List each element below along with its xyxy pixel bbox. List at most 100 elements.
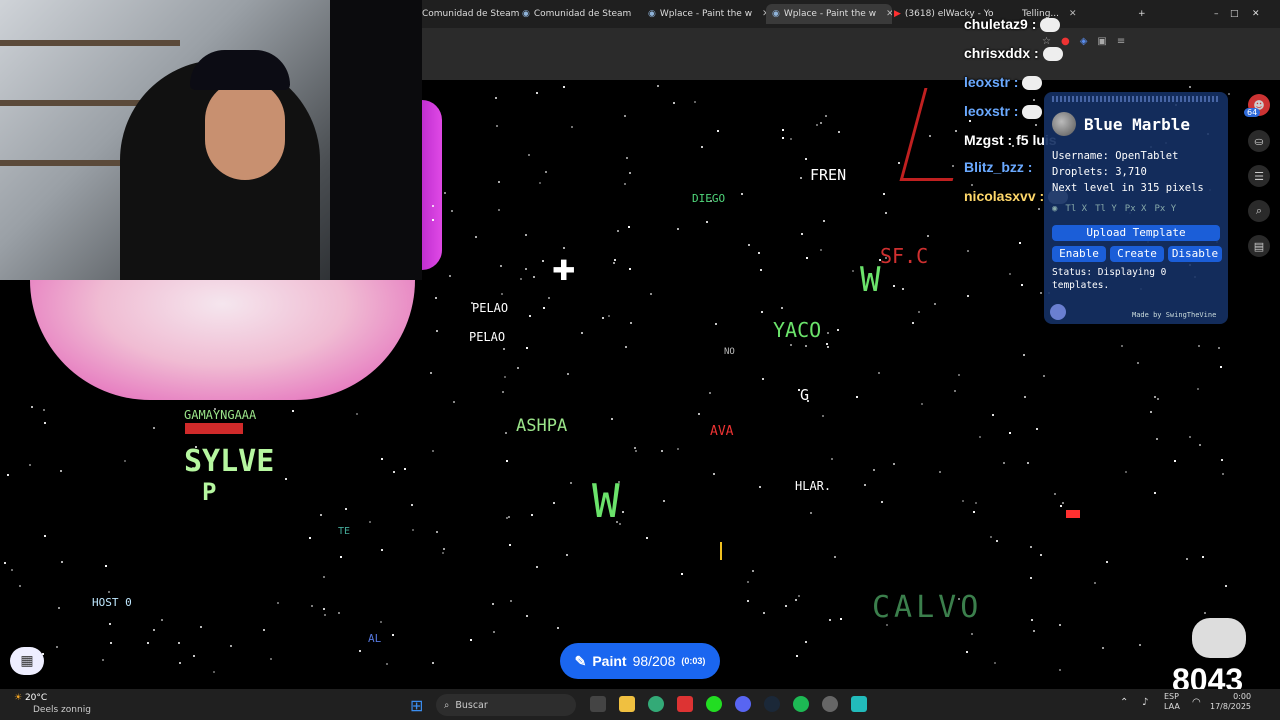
username-line: Username: OpenTablet [1052,150,1179,162]
language-indicator[interactable]: ESP LAA [1164,692,1180,712]
coord-input-tly[interactable]: Tl Y [1095,204,1117,214]
emote-icon [1022,105,1043,120]
shop-icon[interactable]: ⛀ [1248,130,1270,152]
canvas-pixel [630,322,632,324]
canvas-pixel [520,278,522,280]
coord-input-pxx[interactable]: Px X [1125,204,1147,214]
new-tab-button[interactable]: + [1138,4,1152,24]
zoom-icon[interactable]: ⌕ [1248,200,1270,222]
canvas-pixel [1154,492,1156,494]
canvas-pixel [1125,471,1127,473]
canvas-pixel [893,463,895,465]
canvas-pixel [611,418,613,420]
canvas-pixel [517,367,519,369]
notepad-icon[interactable] [851,696,867,712]
windows-start-icon[interactable]: ⊞ [410,696,423,715]
canvas-pixel [820,122,822,124]
close-icon[interactable]: ✕ [886,9,892,19]
drag-handle[interactable] [1052,96,1220,102]
coord-input-tlx[interactable]: Tl X [1065,204,1087,214]
canvas-pixel [624,183,626,185]
close-window-button[interactable]: ✕ [1252,4,1266,24]
tray-chevron-icon[interactable]: ⌃ [1120,697,1128,708]
emote-icon [1042,47,1063,62]
leaderboard-icon[interactable]: ▤ [1248,235,1270,257]
canvas-pixel [822,415,824,417]
maximize-icon: □ [1230,9,1239,19]
wifi-icon[interactable]: ◠ [1192,697,1201,708]
canvas-pixel [1154,396,1156,398]
minimize-button[interactable]: – [1214,4,1228,24]
ny-cap [190,50,290,90]
task-view-icon[interactable] [590,696,606,712]
users-icon[interactable]: ☰ [1248,165,1270,187]
panel-header: Blue Marble [1052,112,1190,136]
canvas-pixel [820,249,822,251]
tab-label: Comunidad de Steam [533,9,632,19]
canvas-pixel [147,642,149,644]
browser-tab-active[interactable]: ◉ Wplace - Paint the w ✕ [766,4,892,24]
browser-tab[interactable]: ◉Comunidad de Steam✕ [522,4,640,24]
disable-button[interactable]: Disable [1168,246,1222,262]
xbox-icon[interactable] [706,696,722,712]
create-button[interactable]: Create [1110,246,1164,262]
canvas-label-sylve: SYLVE [184,444,275,479]
canvas-pixel [790,138,792,140]
canvas-pixel [1040,554,1042,556]
webcam-feed [0,0,422,280]
canvas-pixel [1040,292,1042,294]
clock[interactable]: 0:00 17/8/2025 [1210,692,1251,712]
canvas-pixel [810,512,812,514]
plus-icon: + [1138,9,1146,19]
canvas-pixel [108,591,110,593]
canvas-pixel [432,205,434,207]
paint-button[interactable]: ✎ Paint 98/208 (0:03) [560,643,720,679]
close-icon[interactable]: ✕ [1069,9,1077,19]
canvas-pixel [498,181,500,183]
upload-template-button[interactable]: Upload Template [1052,225,1220,241]
discord-icon[interactable] [735,696,751,712]
file-explorer-icon[interactable] [619,696,635,712]
pin-icon[interactable]: ◉ [1052,204,1057,214]
map-button[interactable]: ▦ [10,647,44,675]
app-icon-red[interactable] [677,696,693,712]
canvas-pixel [1043,375,1045,377]
canvas-pixel [1030,546,1032,548]
chat-message: Blitz_bzz : [964,159,1033,175]
canvas-pixel [626,157,628,159]
canvas-pixel [508,516,510,518]
browser-tab[interactable]: ◉ Wplace - Paint the w ✕ [648,4,766,24]
menu-icon[interactable]: ≡ [1117,36,1125,48]
canvas-pixel [1199,444,1201,446]
canvas-pixel [758,252,760,254]
chrome-icon[interactable] [648,696,664,712]
status-line: Status: Displaying 0 [1052,267,1167,278]
canvas-pixel [496,125,498,127]
search-placeholder: Buscar [455,699,488,711]
coord-input-pxy[interactable]: Px Y [1154,204,1176,214]
chat-message: Mzgst : f5 luis [964,132,1057,148]
canvas-label-ava: AVA [710,424,734,439]
obs-icon[interactable] [822,696,838,712]
maximize-button[interactable]: □ [1230,4,1244,24]
canvas-pixel [44,422,46,424]
canvas-pixel [1202,556,1204,558]
mic-icon[interactable]: ♪ [1142,697,1148,708]
steam-icon[interactable] [764,696,780,712]
weather-widget[interactable]: ☀ 20°C [14,693,47,703]
canvas-pixel [531,514,533,516]
canvas-pixel [795,599,797,601]
taskbar-search[interactable]: ⌕ Buscar [436,694,576,716]
browser-tab[interactable]: Comunidad de Steam✕ [422,4,522,24]
canvas-pixel [381,549,383,551]
canvas-label-host: HOST 0 [92,596,132,609]
enable-button[interactable]: Enable [1052,246,1106,262]
emote-icon [1022,76,1043,91]
settings-icon[interactable] [1050,304,1066,320]
canvas-label-yaco: YACO [773,318,822,342]
spotify-icon[interactable] [793,696,809,712]
puzzle-icon[interactable]: ▣ [1097,36,1106,48]
canvas-pixel [748,244,750,246]
canvas-pixel [650,293,652,295]
extension-icon[interactable]: ◈ [1080,36,1088,48]
